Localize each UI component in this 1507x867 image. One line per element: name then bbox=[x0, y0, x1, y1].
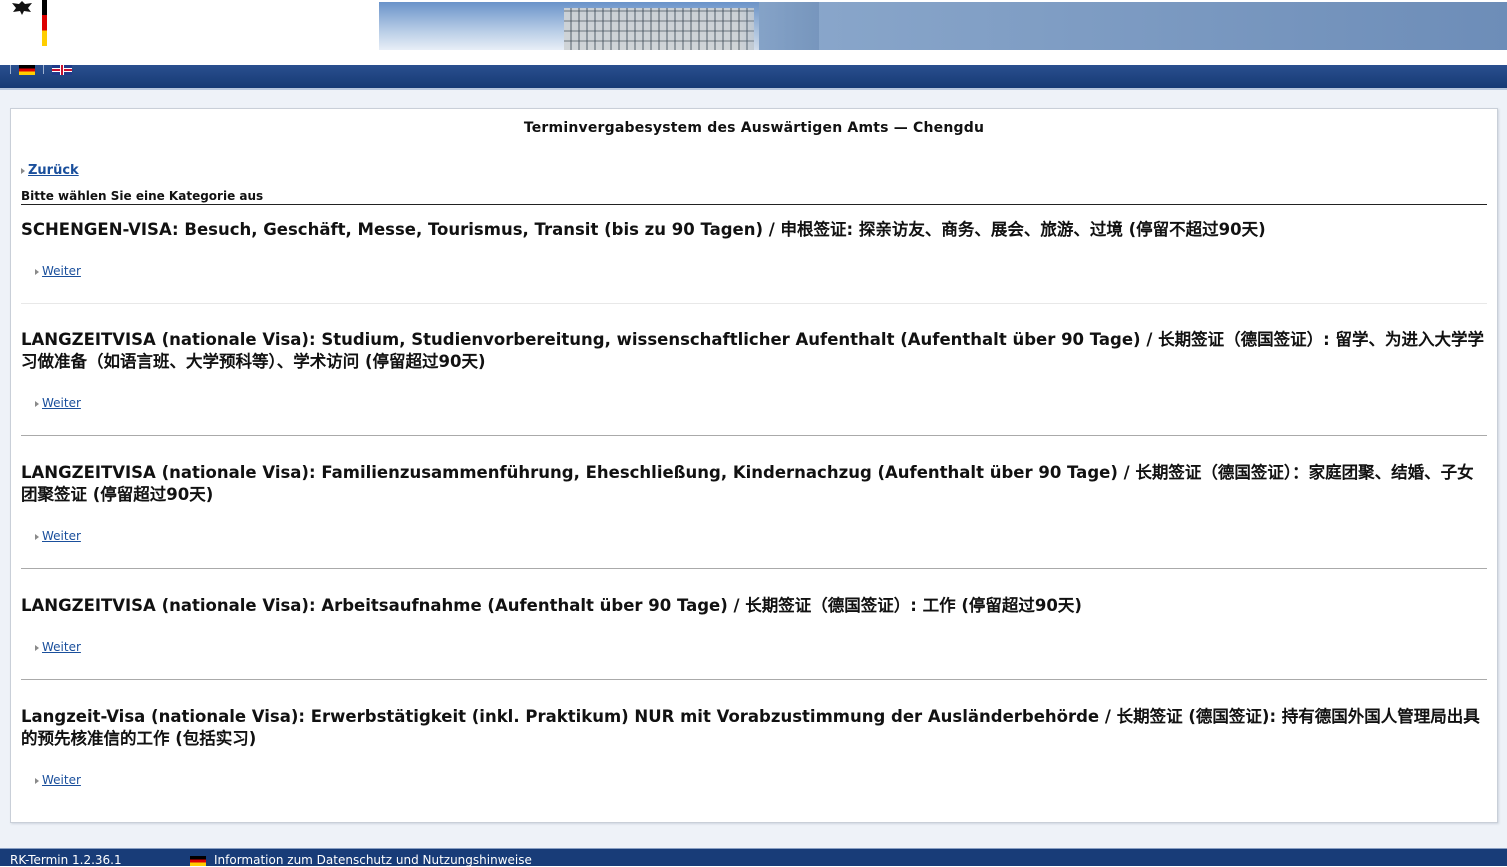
arrow-right-icon bbox=[35, 777, 39, 784]
back-link-label: Zurück bbox=[28, 163, 79, 178]
category-heading: Bitte wählen Sie eine Kategorie aus bbox=[21, 189, 1487, 205]
banner-building bbox=[564, 8, 754, 50]
category-item-work: LANGZEITVISA (nationale Visa): Arbeitsau… bbox=[21, 595, 1487, 617]
federal-eagle-logo bbox=[8, 0, 98, 50]
nav-separator bbox=[10, 65, 11, 74]
footer: RK-Termin 1.2.36.1 Information zum Daten… bbox=[0, 848, 1507, 867]
category-title: LANGZEITVISA (nationale Visa): Arbeitsau… bbox=[21, 596, 1082, 615]
category-item-study: LANGZEITVISA (nationale Visa): Studium, … bbox=[21, 329, 1487, 373]
weiter-link-family[interactable]: Weiter bbox=[35, 529, 81, 543]
arrow-right-icon bbox=[35, 644, 39, 651]
weiter-label: Weiter bbox=[42, 529, 81, 543]
main-panel: Terminvergabesystem des Auswärtigen Amts… bbox=[10, 108, 1498, 823]
arrow-right-icon bbox=[21, 167, 25, 174]
arrow-right-icon bbox=[35, 533, 39, 540]
weiter-label: Weiter bbox=[42, 773, 81, 787]
category-title: SCHENGEN-VISA: Besuch, Geschäft, Messe, … bbox=[21, 220, 1266, 239]
arrow-right-icon bbox=[35, 268, 39, 275]
divider bbox=[21, 568, 1487, 569]
category-title: Langzeit-Visa (nationale Visa): Erwerbst… bbox=[21, 707, 1480, 748]
nav-separator bbox=[43, 65, 44, 74]
divider bbox=[21, 435, 1487, 436]
category-item-family: LANGZEITVISA (nationale Visa): Familienz… bbox=[21, 462, 1487, 506]
weiter-link-employment[interactable]: Weiter bbox=[35, 773, 81, 787]
language-navbar bbox=[0, 65, 1507, 90]
page-title: Terminvergabesystem des Auswärtigen Amts… bbox=[523, 120, 985, 136]
weiter-link-schengen[interactable]: Weiter bbox=[35, 264, 81, 278]
header-banner-image bbox=[379, 2, 1507, 50]
divider bbox=[21, 303, 1487, 304]
weiter-label: Weiter bbox=[42, 264, 81, 278]
arrow-right-icon bbox=[35, 400, 39, 407]
divider bbox=[21, 679, 1487, 680]
weiter-label: Weiter bbox=[42, 396, 81, 410]
category-item-schengen: SCHENGEN-VISA: Besuch, Geschäft, Messe, … bbox=[21, 219, 1487, 241]
flag-de-icon[interactable] bbox=[19, 65, 35, 75]
flag-uk-icon[interactable] bbox=[52, 65, 72, 75]
weiter-link-study[interactable]: Weiter bbox=[35, 396, 81, 410]
eagle-icon bbox=[12, 1, 32, 15]
category-title: LANGZEITVISA (nationale Visa): Studium, … bbox=[21, 330, 1484, 371]
category-title: LANGZEITVISA (nationale Visa): Familienz… bbox=[21, 463, 1474, 504]
weiter-link-work[interactable]: Weiter bbox=[35, 640, 81, 654]
banner-fade bbox=[739, 2, 819, 50]
back-link[interactable]: Zurück bbox=[21, 163, 79, 178]
german-flag-stripe bbox=[42, 0, 47, 46]
weiter-label: Weiter bbox=[42, 640, 81, 654]
category-item-employment: Langzeit-Visa (nationale Visa): Erwerbst… bbox=[21, 706, 1487, 750]
header bbox=[0, 0, 1507, 90]
